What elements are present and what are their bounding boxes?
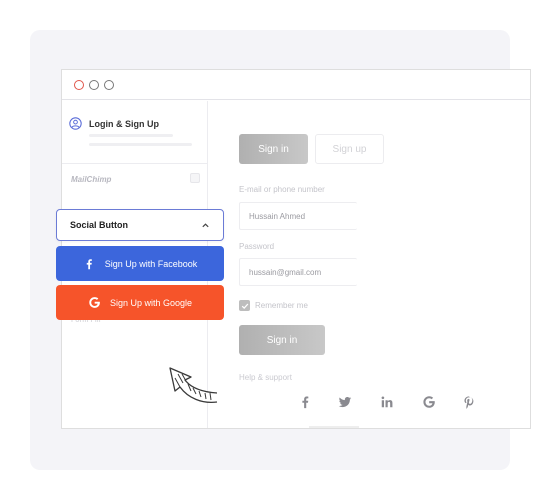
linkedin-icon[interactable] [379,394,395,410]
twitter-icon[interactable] [337,394,353,410]
user-icon [69,117,82,130]
sign-up-google-button[interactable]: Sign Up with Google [56,285,224,320]
signin-form: Sign in Sign up E-mail or phone number H… [209,101,530,428]
sign-up-facebook-button[interactable]: Sign Up with Facebook [56,246,224,281]
remember-checkbox[interactable] [239,300,250,311]
google-icon[interactable] [421,394,437,410]
email-label: E-mail or phone number [239,185,325,194]
minimize-window-dot[interactable] [89,79,99,90]
remember-me[interactable]: Remember me [239,300,308,311]
placeholder-line [89,143,192,146]
sidebar-header[interactable]: Login & Sign Up [69,117,159,130]
google-button-label: Sign Up with Google [109,297,193,308]
placeholder-line [89,134,173,137]
check-icon [241,303,248,309]
mailchimp-checkbox[interactable] [190,173,200,183]
sign-in-button[interactable]: Sign in [239,325,325,355]
facebook-icon[interactable] [297,394,313,410]
pinterest-icon[interactable] [461,394,477,410]
dropdown-label: Social Button [70,220,128,230]
chevron-up-icon [202,222,209,227]
tab-sign-in[interactable]: Sign in [239,134,308,164]
google-icon [88,296,101,309]
email-field[interactable]: Hussain Ahmed [239,202,357,230]
password-label: Password [239,242,275,251]
sidebar-header-title: Login & Sign Up [89,118,159,129]
password-field[interactable]: hussain@gmail.com [239,258,357,286]
facebook-icon [83,257,96,270]
curved-arrow-icon [169,367,218,404]
sidebar-divider [62,163,207,164]
help-support-label: Help & support [239,373,292,382]
facebook-button-label: Sign Up with Facebook [104,258,198,269]
tab-sign-up[interactable]: Sign up [315,134,384,164]
mailchimp-label: MailChimp [71,175,112,184]
close-window-dot[interactable] [74,79,84,90]
social-button-dropdown[interactable]: Social Button [56,209,224,241]
footer-line [309,426,359,428]
remember-label: Remember me [255,301,308,310]
maximize-window-dot[interactable] [104,79,114,90]
window-titlebar [62,70,530,100]
